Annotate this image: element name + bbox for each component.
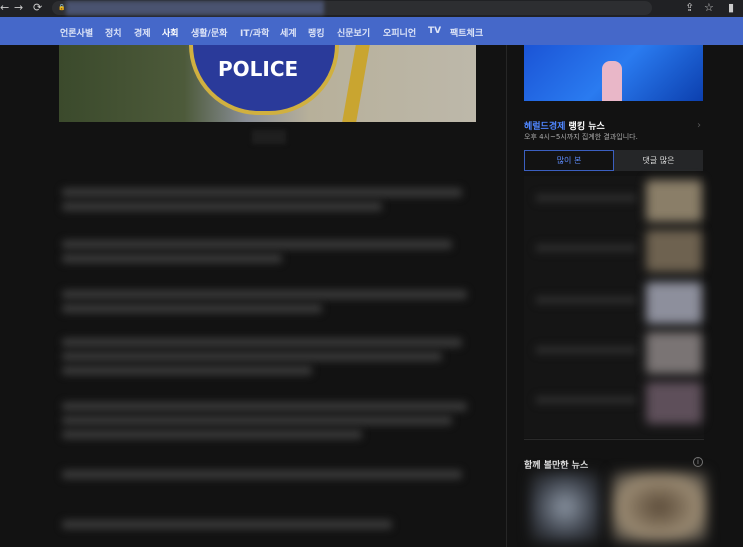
related-news-title: 함께 볼만한 뉴스 [524,461,589,471]
browser-toolbar: ← → ⟳ 🔒 ⇪ ☆ ▮ [0,0,743,17]
chevron-right-icon[interactable]: › [697,120,701,131]
image-caption [252,130,286,144]
promo-banner[interactable] [524,45,703,101]
list-item[interactable] [524,226,704,276]
article-image: POLICE [59,45,476,122]
ranking-title[interactable]: 헤럴드경제 랭킹 뉴스 [524,119,605,132]
nav-item[interactable]: 경제 [134,26,151,39]
list-item[interactable] [524,378,704,428]
section-nav: 언론사별 정치 경제 사회 생활/문화 IT/과학 세계 랭킹 신문보기 오피니… [0,17,743,45]
list-item[interactable] [524,278,704,328]
back-icon[interactable]: ← [0,1,9,14]
nav-item[interactable]: 팩트체크 [450,26,483,39]
lock-icon[interactable]: 🔒 [58,4,65,11]
related-thumbnail[interactable] [612,472,707,542]
nav-item[interactable]: 생활/문화 [191,26,227,39]
nav-item[interactable]: 세계 [280,26,297,39]
info-icon[interactable]: i [693,457,703,467]
share-icon[interactable]: ⇪ [685,1,694,14]
column-divider [506,45,507,547]
ranking-subtitle: 오후 4시~5시까지 집계한 결과입니다. [524,133,638,141]
nav-item[interactable]: 정치 [105,26,122,39]
forward-icon[interactable]: → [14,1,23,14]
nav-item[interactable]: TV [428,26,441,36]
side-panel-icon[interactable]: ▮ [728,1,734,14]
reload-icon[interactable]: ⟳ [33,1,42,14]
nav-item[interactable]: 오피니언 [383,26,416,39]
list-item[interactable] [524,176,704,226]
list-item[interactable] [524,328,704,378]
related-thumbnail[interactable] [530,472,600,542]
nav-item[interactable]: IT/과학 [240,26,269,39]
tab-most-viewed[interactable]: 많이 본 [524,150,614,171]
tab-most-commented[interactable]: 댓글 많은 [614,150,703,171]
url-redacted [66,1,324,15]
police-badge: POLICE [189,45,339,115]
nav-item[interactable]: 랭킹 [308,26,325,39]
nav-item[interactable]: 신문보기 [337,26,370,39]
divider [524,439,704,440]
nav-item[interactable]: 언론사별 [60,26,93,39]
star-icon[interactable]: ☆ [704,1,714,14]
nav-item-active[interactable]: 사회 [162,26,179,39]
ranking-list [524,176,704,438]
